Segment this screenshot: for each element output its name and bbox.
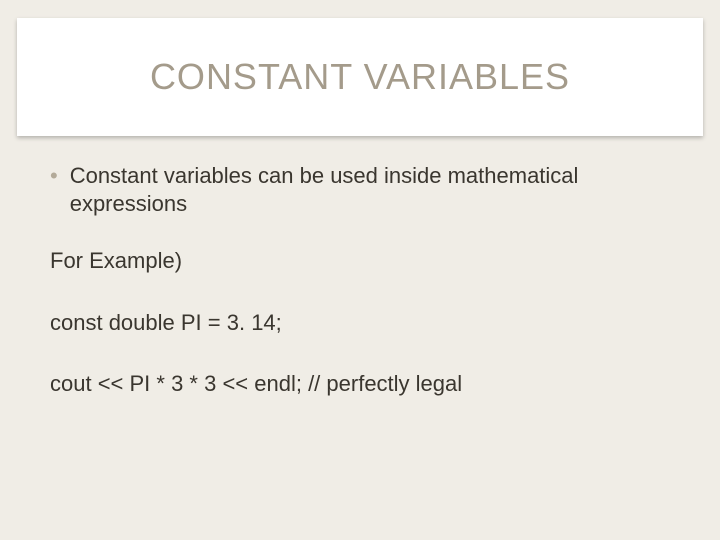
slide-title: CONSTANT VARIABLES: [150, 56, 570, 98]
code-usage: cout << PI * 3 * 3 << endl; // perfectly…: [50, 370, 670, 398]
example-label: For Example): [50, 247, 670, 275]
bullet-item: • Constant variables can be used inside …: [50, 162, 670, 217]
slide: CONSTANT VARIABLES • Constant variables …: [0, 18, 720, 540]
code-declaration: const double PI = 3. 14;: [50, 309, 670, 337]
body-area: • Constant variables can be used inside …: [0, 136, 720, 398]
bullet-icon: •: [50, 162, 58, 190]
title-box: CONSTANT VARIABLES: [17, 18, 703, 136]
bullet-text: Constant variables can be used inside ma…: [70, 162, 670, 217]
